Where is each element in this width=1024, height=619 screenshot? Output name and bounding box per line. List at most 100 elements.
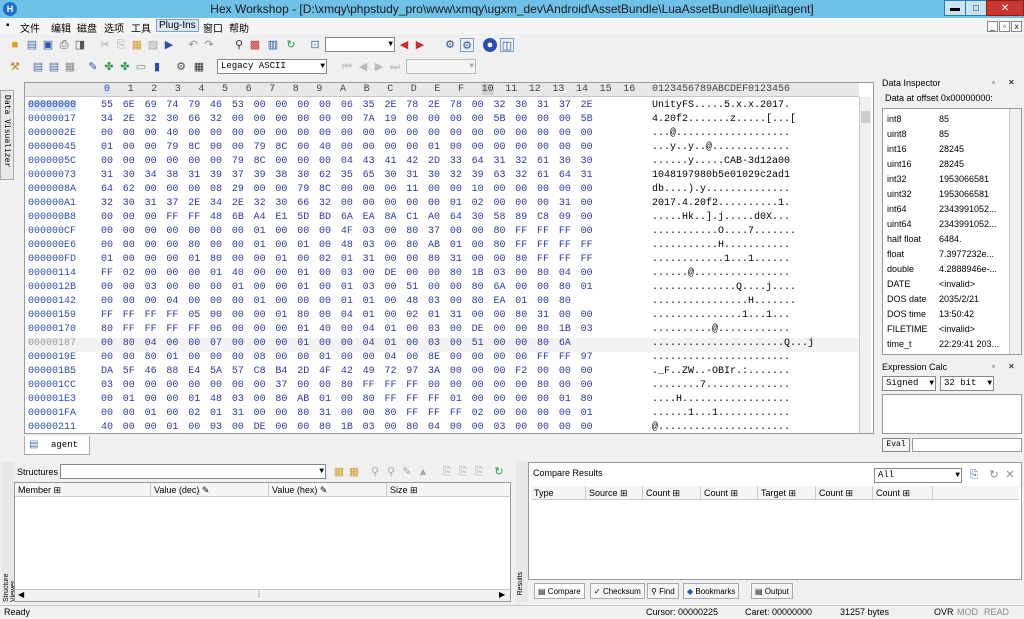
- pin-icon[interactable]: ▫: [992, 78, 995, 87]
- hex-row[interactable]: 000001B5 DA 5F 46 88 E4 5A 57 C8 B4 2D 4F…: [25, 366, 859, 380]
- hex-row-bytes[interactable]: 00 00 00 00 00 00 00 01 00 00 00 4F 03 0…: [101, 226, 593, 237]
- scroll-left-icon[interactable]: ◀: [18, 590, 24, 599]
- col-type[interactable]: Type: [531, 486, 586, 500]
- tab-bookmarks[interactable]: ◆ Bookmarks: [683, 583, 740, 599]
- structure-copy-icon[interactable]: ⎘: [440, 465, 454, 479]
- hex-row-ascii[interactable]: ...........O....7.......: [652, 226, 796, 237]
- paste-icon[interactable]: ▦: [130, 38, 144, 52]
- hex-row-bytes[interactable]: 31 30 34 38 31 39 37 39 38 30 62 35 65 3…: [101, 170, 593, 181]
- calc-pin-icon[interactable]: ▫: [992, 362, 995, 371]
- hex-row-ascii[interactable]: ............1...1......: [652, 254, 790, 265]
- hex-row-ascii[interactable]: 2017.4.20f2..........1.: [652, 198, 790, 209]
- hex-row-bytes[interactable]: 01 00 00 79 8C 00 00 79 8C 00 40 00 00 0…: [101, 142, 593, 153]
- hex-row[interactable]: 00000142 00 00 00 04 00 00 00 01 00 00 00…: [25, 296, 859, 310]
- hex-row-bytes[interactable]: 64 62 00 00 00 08 29 00 00 79 8C 00 00 0…: [101, 184, 593, 195]
- inspector-close-icon[interactable]: ✕: [1008, 78, 1015, 87]
- inspector-row[interactable]: float 7.3977232e...: [883, 246, 1003, 261]
- hex-row-ascii[interactable]: UnityFS.....5.x.x.2017.: [652, 100, 790, 111]
- inspector-row[interactable]: int64 2343991052...: [883, 201, 1003, 216]
- close-button[interactable]: ✕: [986, 0, 1024, 16]
- find-icon[interactable]: ⚲: [232, 38, 246, 52]
- inspector-row[interactable]: FILETIME <invalid>: [883, 321, 1003, 336]
- hex-row-ascii[interactable]: ...........H...........: [652, 240, 790, 251]
- hex-row-bytes[interactable]: 00 00 00 FF FF 48 6B A4 E1 5D BD 6A EA 8…: [101, 212, 593, 223]
- tab-output[interactable]: ▤ Output: [751, 583, 793, 599]
- hex-row[interactable]: 00000187 00 80 04 00 00 07 00 00 00 01 00…: [25, 338, 859, 352]
- hex-row-ascii[interactable]: ................H.......: [652, 296, 796, 307]
- hex-row[interactable]: 000000E6 00 00 00 00 80 00 00 01 00 01 00…: [25, 240, 859, 254]
- menu-edit[interactable]: 编辑: [51, 20, 71, 35]
- hex-row-ascii[interactable]: ..........@............: [652, 324, 790, 335]
- hex-row-ascii[interactable]: .......................: [652, 352, 790, 363]
- copy-icon[interactable]: ⎘: [114, 38, 128, 52]
- hex-row[interactable]: 000001FA 00 00 01 00 02 01 31 00 00 80 31…: [25, 408, 859, 422]
- menu-file[interactable]: 文件: [20, 20, 40, 35]
- col-member[interactable]: Member ⊞: [15, 483, 151, 497]
- inspector-row[interactable]: DOS date 2035/2/21: [883, 291, 1003, 306]
- mdi-minimize-button[interactable]: _: [987, 21, 998, 32]
- results-sidebar[interactable]: Results: [516, 462, 528, 602]
- find-next-icon[interactable]: ▩: [248, 38, 262, 52]
- record-select[interactable]: ▼: [406, 59, 476, 74]
- hex-row-ascii[interactable]: ...y..y..@.............: [652, 142, 790, 153]
- hex-row-ascii[interactable]: @......................: [652, 422, 790, 433]
- hex-row[interactable]: 00000170 80 FF FF FF FF 06 00 00 00 01 40…: [25, 324, 859, 338]
- hex-row-bytes[interactable]: 01 00 00 00 01 80 00 00 01 00 02 01 31 0…: [101, 254, 593, 265]
- hex-row[interactable]: 000001E3 00 01 00 00 01 48 03 00 80 AB 01…: [25, 394, 859, 408]
- first-record-icon[interactable]: ⏮: [340, 60, 354, 74]
- hex-row-bytes[interactable]: 00 80 04 00 00 07 00 00 00 01 00 00 04 0…: [101, 338, 571, 349]
- inspector-row[interactable]: uint64 2343991052...: [883, 216, 1003, 231]
- structure-refresh-icon[interactable]: ↻: [492, 465, 506, 479]
- compare-refresh-icon[interactable]: ↻: [987, 468, 1001, 482]
- hex-row-bytes[interactable]: 00 00 00 00 00 00 79 8C 00 00 00 04 43 4…: [101, 156, 593, 167]
- hex-row[interactable]: 000000FD 01 00 00 00 01 80 00 00 01 00 02…: [25, 254, 859, 268]
- inspector-row[interactable]: DATE <invalid>: [883, 276, 1003, 291]
- hex-editor[interactable]: 0 1 2 3 4 5 6 7 8 9 A B C D E F 10 11 12 13 14 15 16 0123456789…: [24, 82, 874, 434]
- hex-row-ascii[interactable]: ...............1...1...: [652, 310, 790, 321]
- hex-row-ascii[interactable]: 4.20f2.......z.....[...[: [652, 114, 796, 125]
- hex-row-bytes[interactable]: 40 00 00 01 00 03 00 DE 00 00 80 1B 03 0…: [101, 422, 593, 433]
- inspector-row[interactable]: uint16 28245: [883, 156, 1003, 171]
- hex-row[interactable]: 0000002E 00 00 00 40 00 00 00 00 00 00 00…: [25, 128, 859, 142]
- maximize-button[interactable]: □: [965, 0, 987, 16]
- hex-row-bytes[interactable]: 32 30 31 37 2E 34 2E 32 30 66 32 00 00 0…: [101, 198, 593, 209]
- scroll-grip-icon[interactable]: ⦙: [258, 590, 260, 600]
- col-target[interactable]: Target ⊞: [758, 486, 816, 500]
- help-icon[interactable]: ●: [483, 38, 497, 52]
- boolean-icon[interactable]: ✤: [102, 60, 116, 74]
- hex-row[interactable]: 00000114 FF 02 00 00 00 01 40 00 00 01 00…: [25, 268, 859, 282]
- hex-row[interactable]: 00000045 01 00 00 79 8C 00 00 79 8C 00 40…: [25, 142, 859, 156]
- properties-icon[interactable]: ◨: [73, 38, 87, 52]
- compare-sync-icon[interactable]: ⚙: [460, 38, 474, 52]
- file-compare-icon[interactable]: ▤: [31, 60, 45, 74]
- col-source[interactable]: Source ⊞: [586, 486, 643, 500]
- hex-scroll-thumb[interactable]: [861, 111, 870, 123]
- structure-find-next-icon[interactable]: ⚲: [384, 465, 398, 479]
- menu-tools[interactable]: 工具: [131, 20, 151, 35]
- hex-row-bytes[interactable]: 34 2E 32 30 66 32 00 00 00 00 00 00 7A 1…: [101, 114, 593, 125]
- goto-combo[interactable]: ▼: [325, 37, 395, 52]
- hex-row-ascii[interactable]: ...@...................: [652, 128, 790, 139]
- goto-forward-icon[interactable]: ▶: [413, 38, 427, 52]
- tab-find[interactable]: ⚲ Find: [647, 583, 679, 599]
- hex-row[interactable]: 0000019E 00 00 80 01 00 00 00 08 00 00 01…: [25, 352, 859, 366]
- scroll-right-icon[interactable]: ▶: [499, 590, 505, 599]
- checksum-icon[interactable]: ▤: [47, 60, 61, 74]
- load-structure-icon[interactable]: ▦: [347, 465, 361, 479]
- inspector-row[interactable]: uint8 85: [883, 126, 1003, 141]
- encoding-select[interactable]: Legacy ASCII ▼: [217, 59, 327, 74]
- hex-row-bytes[interactable]: 00 00 80 01 00 00 00 08 00 00 01 00 00 0…: [101, 352, 593, 363]
- inspector-row[interactable]: int16 28245: [883, 141, 1003, 156]
- save-icon[interactable]: ▣: [41, 38, 55, 52]
- refresh-icon[interactable]: ↻: [284, 38, 298, 52]
- data-visualizer-tab[interactable]: Data Visualizer: [0, 90, 14, 180]
- hex-row-bytes[interactable]: 00 00 01 00 02 01 31 00 00 80 31 00 00 8…: [101, 408, 593, 419]
- hex-row-ascii[interactable]: ....H..................: [652, 394, 790, 405]
- hex-row[interactable]: 0000012B 00 00 03 00 00 00 01 00 00 01 00…: [25, 282, 859, 296]
- hex-row[interactable]: 00000159 FF FF FF FF 05 00 00 00 01 80 00…: [25, 310, 859, 324]
- menu-disk[interactable]: 磁盘: [77, 20, 97, 35]
- bits-select[interactable]: 32 bit ▼: [940, 376, 994, 391]
- col-source-count-2[interactable]: Count ⊞: [701, 486, 758, 500]
- tab-compare[interactable]: ▤ Compare: [534, 583, 585, 599]
- col-source-count-1[interactable]: Count ⊞: [643, 486, 701, 500]
